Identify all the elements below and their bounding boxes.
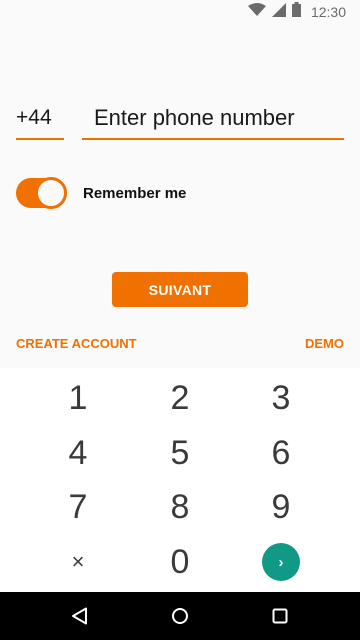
phone-number-input[interactable]	[82, 100, 344, 136]
key-8[interactable]: 8	[130, 481, 230, 533]
remember-me-label: Remember me	[83, 184, 187, 202]
key-0[interactable]: 0	[130, 536, 230, 588]
suivant-button[interactable]: SUIVANT	[112, 272, 248, 307]
key-5[interactable]: 5	[130, 427, 230, 479]
status-bar: 12:30	[0, 0, 360, 24]
key-go-cell: ›	[231, 536, 331, 588]
phone-number-field	[82, 100, 344, 140]
system-nav-bar	[0, 592, 360, 640]
remember-me-row: Remember me	[16, 177, 186, 209]
clock: 12:30	[310, 4, 346, 20]
key-9[interactable]: 9	[231, 481, 331, 533]
battery-icon	[291, 2, 301, 22]
toggle-thumb	[35, 177, 67, 209]
cell-signal-icon	[271, 2, 286, 22]
key-2[interactable]: 2	[130, 372, 230, 424]
key-7[interactable]: 7	[28, 481, 128, 533]
keypad-go-button[interactable]: ›	[262, 543, 300, 581]
key-4[interactable]: 4	[28, 427, 128, 479]
key-6[interactable]: 6	[231, 427, 331, 479]
demo-link[interactable]: DEMO	[305, 336, 344, 351]
home-icon[interactable]	[168, 604, 192, 628]
country-code-field[interactable]: +44	[16, 100, 64, 140]
key-3[interactable]: 3	[231, 372, 331, 424]
key-1[interactable]: 1	[28, 372, 128, 424]
remember-me-toggle[interactable]	[16, 177, 67, 209]
recent-apps-icon[interactable]	[268, 604, 292, 628]
phone-input-row: +44	[16, 100, 344, 140]
key-clear[interactable]: ×	[28, 536, 128, 588]
wifi-icon	[247, 2, 266, 22]
create-account-link[interactable]: CREATE ACCOUNT	[16, 336, 137, 351]
back-icon[interactable]	[68, 604, 92, 628]
numeric-keypad: 1 2 3 4 5 6 7 8 9 × 0 ›	[0, 368, 360, 592]
